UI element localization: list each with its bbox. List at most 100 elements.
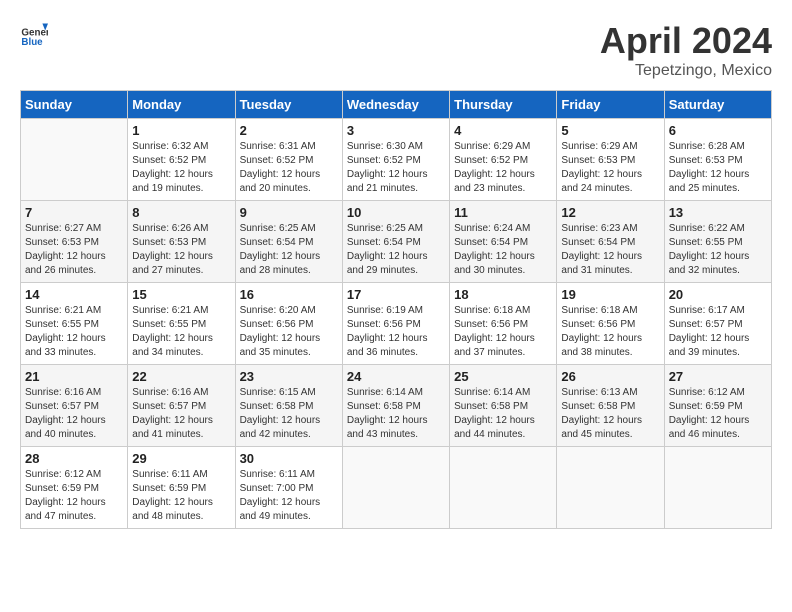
day-info: Sunrise: 6:29 AMSunset: 6:52 PMDaylight:… xyxy=(454,140,552,196)
day-number: 26 xyxy=(561,369,659,384)
calendar-cell: 13Sunrise: 6:22 AMSunset: 6:55 PMDayligh… xyxy=(664,201,771,283)
calendar-cell: 4 Sunrise: 6:29 AMSunset: 6:52 PMDaylight… xyxy=(450,119,557,201)
calendar-cell: 10 Sunrise: 6:25 AMSunset: 6:54 PMDayligh… xyxy=(342,201,449,283)
day-number: 3 xyxy=(347,123,445,138)
weekday-header-sunday: Sunday xyxy=(21,91,128,119)
calendar-cell: 5 Sunrise: 6:29 AMSunset: 6:53 PMDaylight… xyxy=(557,119,664,201)
day-number: 27 xyxy=(669,369,767,384)
calendar-cell: 26 Sunrise: 6:13 AMSunset: 6:58 PMDayligh… xyxy=(557,365,664,447)
day-number: 6 xyxy=(669,123,767,138)
calendar-cell: 27Sunrise: 6:12 AMSunset: 6:59 PMDayligh… xyxy=(664,365,771,447)
day-info: Sunrise: 6:18 AMSunset: 6:56 PMDaylight:… xyxy=(454,304,552,360)
calendar-cell: 30 Sunrise: 6:11 AMSunset: 7:00 PMDayligh… xyxy=(235,447,342,529)
day-info: Sunrise: 6:21 AMSunset: 6:55 PMDaylight:… xyxy=(25,304,123,360)
day-number: 24 xyxy=(347,369,445,384)
day-number: 5 xyxy=(561,123,659,138)
day-info: Sunrise: 6:21 AMSunset: 6:55 PMDaylight:… xyxy=(132,304,230,360)
calendar-cell: 2 Sunrise: 6:31 AMSunset: 6:52 PMDaylight… xyxy=(235,119,342,201)
day-info: Sunrise: 6:11 AMSunset: 6:59 PMDaylight:… xyxy=(132,468,230,524)
calendar-cell xyxy=(557,447,664,529)
weekday-header-thursday: Thursday xyxy=(450,91,557,119)
page-header: General Blue April 2024 Tepetzingo, Mexi… xyxy=(20,20,772,80)
day-info: Sunrise: 6:28 AMSunset: 6:53 PMDaylight:… xyxy=(669,140,767,196)
day-info: Sunrise: 6:30 AMSunset: 6:52 PMDaylight:… xyxy=(347,140,445,196)
day-number: 10 xyxy=(347,205,445,220)
calendar-cell: 15 Sunrise: 6:21 AMSunset: 6:55 PMDayligh… xyxy=(128,283,235,365)
day-number: 15 xyxy=(132,287,230,302)
day-number: 16 xyxy=(240,287,338,302)
day-number: 23 xyxy=(240,369,338,384)
day-info: Sunrise: 6:25 AMSunset: 6:54 PMDaylight:… xyxy=(240,222,338,278)
day-info: Sunrise: 6:16 AMSunset: 6:57 PMDaylight:… xyxy=(132,386,230,442)
day-number: 20 xyxy=(669,287,767,302)
day-info: Sunrise: 6:32 AMSunset: 6:52 PMDaylight:… xyxy=(132,140,230,196)
weekday-header-tuesday: Tuesday xyxy=(235,91,342,119)
weekday-header-friday: Friday xyxy=(557,91,664,119)
calendar-cell: 9 Sunrise: 6:25 AMSunset: 6:54 PMDaylight… xyxy=(235,201,342,283)
calendar-cell: 14 Sunrise: 6:21 AMSunset: 6:55 PMDayligh… xyxy=(21,283,128,365)
day-info: Sunrise: 6:29 AMSunset: 6:53 PMDaylight:… xyxy=(561,140,659,196)
day-number: 18 xyxy=(454,287,552,302)
calendar-cell xyxy=(21,119,128,201)
day-number: 1 xyxy=(132,123,230,138)
weekday-header-wednesday: Wednesday xyxy=(342,91,449,119)
day-number: 25 xyxy=(454,369,552,384)
day-info: Sunrise: 6:31 AMSunset: 6:52 PMDaylight:… xyxy=(240,140,338,196)
day-info: Sunrise: 6:20 AMSunset: 6:56 PMDaylight:… xyxy=(240,304,338,360)
calendar-cell: 19 Sunrise: 6:18 AMSunset: 6:56 PMDayligh… xyxy=(557,283,664,365)
day-info: Sunrise: 6:17 AMSunset: 6:57 PMDaylight:… xyxy=(669,304,767,360)
day-info: Sunrise: 6:26 AMSunset: 6:53 PMDaylight:… xyxy=(132,222,230,278)
calendar-cell xyxy=(342,447,449,529)
calendar-cell: 18 Sunrise: 6:18 AMSunset: 6:56 PMDayligh… xyxy=(450,283,557,365)
day-number: 12 xyxy=(561,205,659,220)
day-info: Sunrise: 6:16 AMSunset: 6:57 PMDaylight:… xyxy=(25,386,123,442)
month-title: April 2024 xyxy=(600,20,772,62)
calendar-cell: 3 Sunrise: 6:30 AMSunset: 6:52 PMDaylight… xyxy=(342,119,449,201)
calendar-cell: 8 Sunrise: 6:26 AMSunset: 6:53 PMDaylight… xyxy=(128,201,235,283)
svg-text:Blue: Blue xyxy=(21,37,43,48)
day-number: 19 xyxy=(561,287,659,302)
day-info: Sunrise: 6:24 AMSunset: 6:54 PMDaylight:… xyxy=(454,222,552,278)
day-info: Sunrise: 6:14 AMSunset: 6:58 PMDaylight:… xyxy=(454,386,552,442)
day-number: 7 xyxy=(25,205,123,220)
day-number: 4 xyxy=(454,123,552,138)
day-info: Sunrise: 6:27 AMSunset: 6:53 PMDaylight:… xyxy=(25,222,123,278)
day-number: 22 xyxy=(132,369,230,384)
calendar-cell xyxy=(450,447,557,529)
calendar-cell: 24 Sunrise: 6:14 AMSunset: 6:58 PMDayligh… xyxy=(342,365,449,447)
calendar-cell: 6 Sunrise: 6:28 AMSunset: 6:53 PMDaylight… xyxy=(664,119,771,201)
day-number: 13 xyxy=(669,205,767,220)
day-number: 14 xyxy=(25,287,123,302)
weekday-header-saturday: Saturday xyxy=(664,91,771,119)
day-info: Sunrise: 6:23 AMSunset: 6:54 PMDaylight:… xyxy=(561,222,659,278)
day-number: 21 xyxy=(25,369,123,384)
calendar-cell: 29 Sunrise: 6:11 AMSunset: 6:59 PMDayligh… xyxy=(128,447,235,529)
day-number: 9 xyxy=(240,205,338,220)
day-number: 8 xyxy=(132,205,230,220)
day-number: 11 xyxy=(454,205,552,220)
day-number: 28 xyxy=(25,451,123,466)
location-title: Tepetzingo, Mexico xyxy=(600,62,772,80)
calendar-cell: 12 Sunrise: 6:23 AMSunset: 6:54 PMDayligh… xyxy=(557,201,664,283)
calendar-table: SundayMondayTuesdayWednesdayThursdayFrid… xyxy=(20,90,772,529)
calendar-cell: 16 Sunrise: 6:20 AMSunset: 6:56 PMDayligh… xyxy=(235,283,342,365)
day-number: 17 xyxy=(347,287,445,302)
day-info: Sunrise: 6:13 AMSunset: 6:58 PMDaylight:… xyxy=(561,386,659,442)
day-info: Sunrise: 6:18 AMSunset: 6:56 PMDaylight:… xyxy=(561,304,659,360)
weekday-header-monday: Monday xyxy=(128,91,235,119)
day-info: Sunrise: 6:15 AMSunset: 6:58 PMDaylight:… xyxy=(240,386,338,442)
calendar-cell: 21 Sunrise: 6:16 AMSunset: 6:57 PMDayligh… xyxy=(21,365,128,447)
calendar-cell: 28 Sunrise: 6:12 AMSunset: 6:59 PMDayligh… xyxy=(21,447,128,529)
calendar-cell: 7 Sunrise: 6:27 AMSunset: 6:53 PMDaylight… xyxy=(21,201,128,283)
day-number: 2 xyxy=(240,123,338,138)
logo: General Blue xyxy=(20,20,48,48)
day-info: Sunrise: 6:11 AMSunset: 7:00 PMDaylight:… xyxy=(240,468,338,524)
logo-icon: General Blue xyxy=(20,20,48,48)
day-info: Sunrise: 6:14 AMSunset: 6:58 PMDaylight:… xyxy=(347,386,445,442)
calendar-cell: 1 Sunrise: 6:32 AMSunset: 6:52 PMDaylight… xyxy=(128,119,235,201)
day-number: 30 xyxy=(240,451,338,466)
day-info: Sunrise: 6:25 AMSunset: 6:54 PMDaylight:… xyxy=(347,222,445,278)
calendar-cell: 11 Sunrise: 6:24 AMSunset: 6:54 PMDayligh… xyxy=(450,201,557,283)
day-number: 29 xyxy=(132,451,230,466)
day-info: Sunrise: 6:12 AMSunset: 6:59 PMDaylight:… xyxy=(25,468,123,524)
